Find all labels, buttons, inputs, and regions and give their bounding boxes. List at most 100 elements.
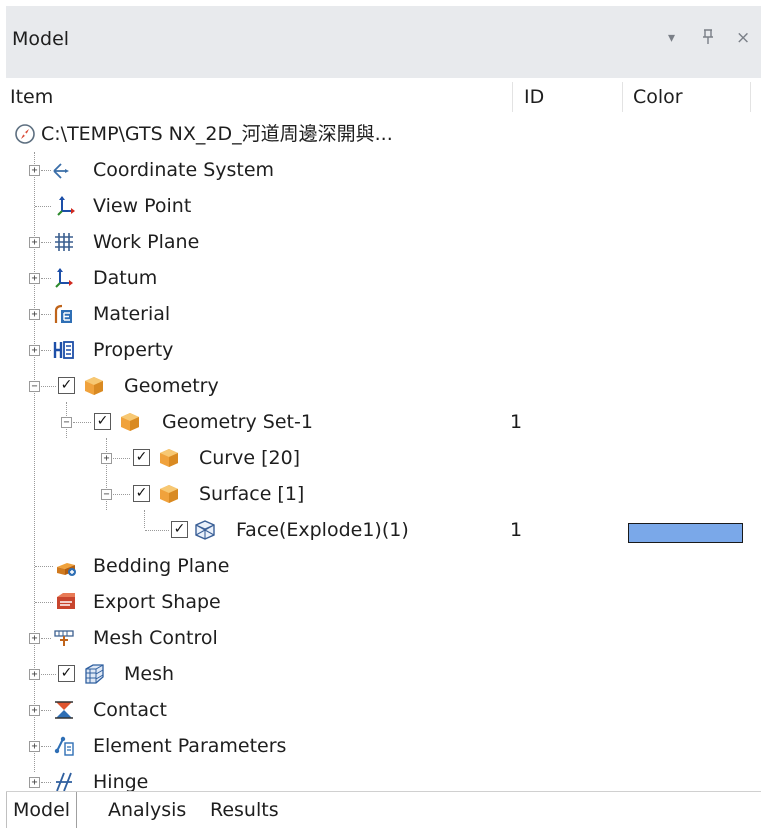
expand-toggle[interactable]: + [29, 237, 40, 248]
panel-title-bar: Model ▾ × [6, 6, 761, 78]
expand-toggle[interactable]: + [29, 273, 40, 284]
tree-connector [41, 710, 51, 711]
tree-connector [41, 314, 51, 315]
tree-connector [113, 458, 130, 459]
tab-results[interactable]: Results [204, 792, 285, 828]
tree-item-label: Geometry [124, 375, 219, 397]
collapse-toggle[interactable]: − [29, 381, 40, 392]
tree-item-label: Bedding Plane [93, 555, 230, 577]
visibility-checkbox[interactable]: ✓ [58, 377, 75, 394]
item-id: 1 [510, 519, 523, 541]
datum-icon [53, 267, 75, 289]
geometry-cube-icon [119, 411, 141, 433]
tree-connector [41, 746, 51, 747]
tree-item-bedding-plane[interactable]: Bedding Plane [0, 548, 761, 584]
tree-item-label: Face(Explode1)(1) [236, 519, 409, 541]
tree-item-contact[interactable]: + Contact [0, 692, 761, 728]
tree-connector [73, 422, 91, 423]
bedding-plane-icon [55, 555, 77, 577]
tree-item-material[interactable]: + Material [0, 296, 761, 332]
expand-toggle[interactable]: + [29, 309, 40, 320]
tree-item-work-plane[interactable]: + Work Plane [0, 224, 761, 260]
color-swatch[interactable] [628, 523, 743, 543]
expand-toggle[interactable]: + [29, 669, 40, 680]
tree-item-export-shape[interactable]: Export Shape [0, 584, 761, 620]
column-header-color[interactable]: Color [633, 80, 683, 114]
collapse-toggle[interactable]: − [61, 417, 72, 428]
export-shape-icon [55, 591, 77, 613]
tree-connector [35, 206, 51, 207]
tree-connector [41, 350, 51, 351]
hinge-icon [53, 771, 75, 793]
tree-item-label: Contact [93, 699, 167, 721]
tree-connector [41, 386, 56, 387]
tree-item-geometry-set[interactable]: − ✓ Geometry Set-1 1 [0, 404, 761, 440]
visibility-checkbox[interactable]: ✓ [94, 413, 111, 430]
expand-toggle[interactable]: + [101, 453, 112, 464]
tree-connector [41, 638, 51, 639]
tree-item-curve[interactable]: + ✓ Curve [20] [0, 440, 761, 476]
material-icon [53, 303, 75, 325]
property-icon [53, 339, 75, 361]
tree-item-datum[interactable]: + Datum [0, 260, 761, 296]
column-separator[interactable] [512, 82, 513, 112]
tree-item-view-point[interactable]: View Point [0, 188, 761, 224]
tree-item-root[interactable]: C:\TEMP\GTS NX_2D_河道周邊深開與... [0, 116, 761, 152]
tree-item-coordinate-system[interactable]: + Coordinate System [0, 152, 761, 188]
tree-item-label: Work Plane [93, 231, 200, 253]
tree-item-mesh[interactable]: + ✓ Mesh [0, 656, 761, 692]
tree-item-geometry[interactable]: − ✓ Geometry [0, 368, 761, 404]
visibility-checkbox[interactable]: ✓ [171, 521, 188, 538]
geometry-cube-icon [158, 447, 180, 469]
column-separator[interactable] [622, 82, 623, 112]
expand-toggle[interactable]: + [29, 741, 40, 752]
visibility-checkbox[interactable]: ✓ [58, 665, 75, 682]
tree-item-label: Curve [20] [199, 447, 301, 469]
pin-icon[interactable] [701, 28, 715, 51]
tree-connector [35, 566, 53, 567]
expand-toggle[interactable]: + [29, 705, 40, 716]
column-separator[interactable] [750, 82, 751, 112]
tab-model[interactable]: Model [6, 792, 78, 828]
dropdown-icon[interactable]: ▾ [668, 30, 675, 46]
expand-toggle[interactable]: + [29, 345, 40, 356]
item-id: 1 [510, 411, 523, 433]
tree-item-label: View Point [93, 195, 192, 217]
tree-item-property[interactable]: + Property [0, 332, 761, 368]
panel-tabs: Model Analysis Results [6, 791, 761, 831]
tree-connector [113, 494, 130, 495]
collapse-toggle[interactable]: − [101, 489, 112, 500]
close-icon[interactable]: × [736, 28, 750, 48]
tree-item-element-parameters[interactable]: + Element Parameters [0, 728, 761, 764]
tree-connector [41, 782, 51, 783]
element-parameters-icon [53, 735, 75, 757]
tree-item-label: Element Parameters [93, 735, 287, 757]
compass-icon [14, 123, 36, 145]
column-header-id[interactable]: ID [524, 80, 544, 114]
mesh-icon [83, 663, 105, 685]
tree-item-label: Mesh [124, 663, 175, 685]
tree-connector [35, 602, 53, 603]
mesh-control-icon [53, 627, 75, 649]
tree-item-mesh-control[interactable]: + Mesh Control [0, 620, 761, 656]
tree-connector [145, 530, 169, 531]
tree-item-face[interactable]: ✓ Face(Explode1)(1) 1 [0, 512, 761, 548]
visibility-checkbox[interactable]: ✓ [133, 485, 150, 502]
column-header-item[interactable]: Item [10, 80, 53, 114]
tree-item-label: Datum [93, 267, 158, 289]
tree-item-surface[interactable]: − ✓ Surface [1] [0, 476, 761, 512]
grid-icon [53, 231, 75, 253]
tree-item-label: Property [93, 339, 174, 361]
tree-item-label: Export Shape [93, 591, 221, 613]
tree-item-label: Surface [1] [199, 483, 305, 505]
tree-item-label: Coordinate System [93, 159, 275, 181]
tab-analysis[interactable]: Analysis [102, 792, 192, 828]
tree-connector [41, 242, 51, 243]
expand-toggle[interactable]: + [29, 165, 40, 176]
visibility-checkbox[interactable]: ✓ [133, 449, 150, 466]
tree-connector [41, 278, 51, 279]
tree-connector [41, 674, 56, 675]
panel-title: Model [12, 28, 70, 50]
expand-toggle[interactable]: + [29, 633, 40, 644]
expand-toggle[interactable]: + [29, 777, 40, 788]
